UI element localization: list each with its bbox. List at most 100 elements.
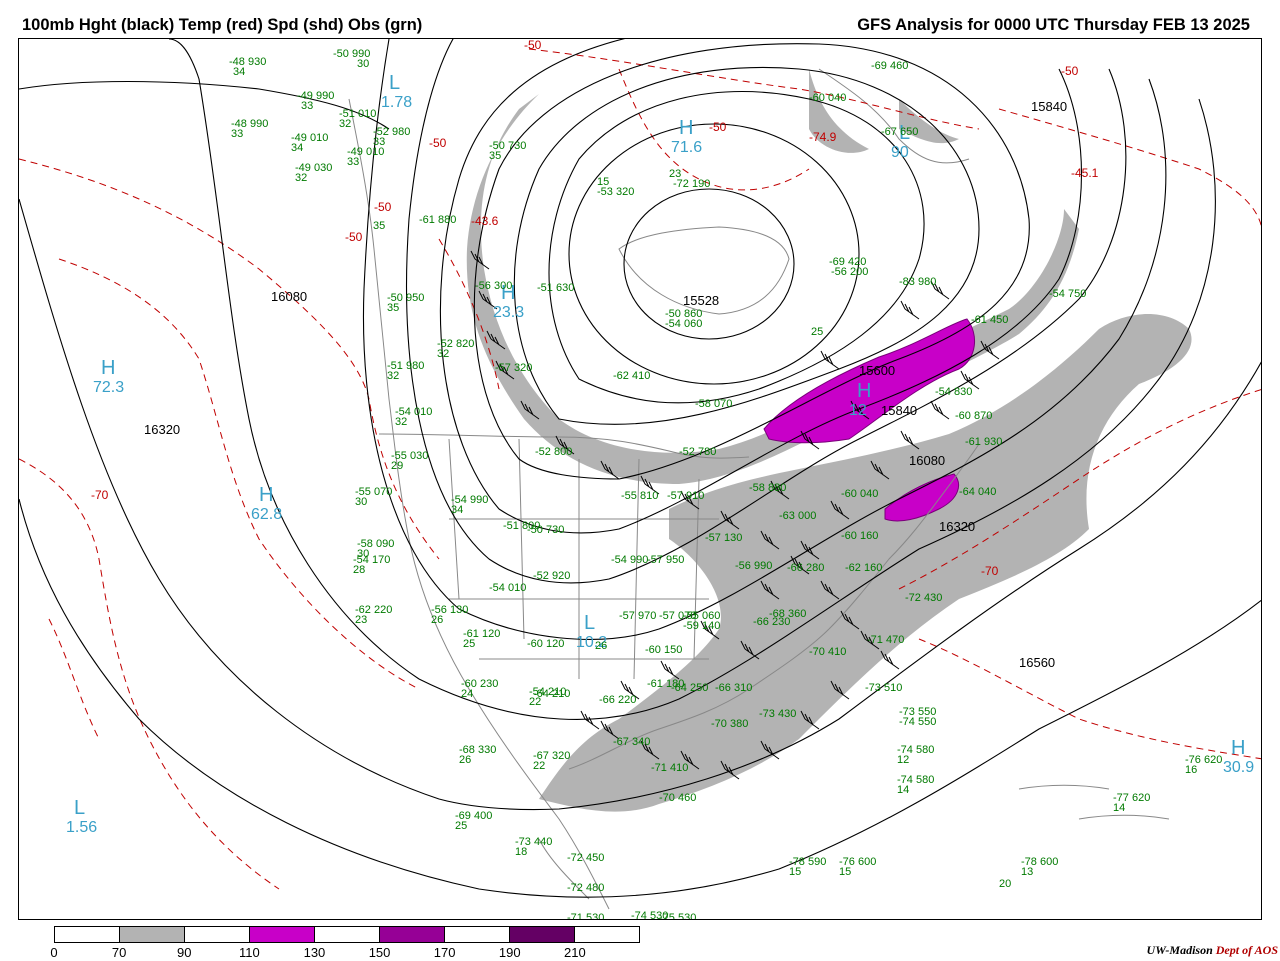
temp-label: -43.6 (471, 214, 499, 228)
temp-label: -50 (709, 120, 727, 134)
obs-label: -60 120 (527, 638, 564, 650)
obs-label: -63 000 (779, 510, 816, 522)
obs-label: -57 320 (495, 362, 532, 374)
obs-label: -75 530 (659, 912, 696, 920)
obs-label: 35 (373, 220, 385, 232)
obs-label: -52 920 (533, 570, 570, 582)
obs-label: 13 (1021, 866, 1033, 878)
obs-label: -58 880 (749, 482, 786, 494)
obs-label: -71 410 (651, 762, 688, 774)
obs-label: 14 (1113, 802, 1125, 814)
temp-contour-3 (19, 458, 280, 890)
obs-label: 25 (463, 638, 475, 650)
pressure-center-value: 12 (849, 402, 867, 419)
temp-label: -74.9 (809, 130, 837, 144)
legend-swatch (510, 927, 575, 942)
obs-label: 12 (897, 754, 909, 766)
obs-label: 30 (357, 58, 369, 70)
height-label: 16080 (909, 453, 945, 468)
obs-label: -54 830 (935, 386, 972, 398)
obs-label: 18 (515, 846, 527, 858)
temp-label: -50 (1061, 64, 1079, 78)
obs-label: -71 470 (867, 634, 904, 646)
obs-label: -72 480 (567, 882, 604, 894)
obs-label: 33 (301, 100, 313, 112)
obs-label: -60 160 (841, 530, 878, 542)
pressure-center-symbol: L (389, 72, 400, 94)
legend-swatch (315, 927, 380, 942)
obs-label: 33 (231, 128, 243, 140)
pressure-center-symbol: H (101, 357, 115, 379)
pressure-center-symbol: L (584, 612, 595, 634)
legend-label: 90 (176, 945, 192, 960)
obs-label: 15 (839, 866, 851, 878)
obs-label: 32 (437, 348, 449, 360)
speed-legend-bar (54, 926, 640, 943)
obs-label: -66 280 (787, 562, 824, 574)
obs-label: 32 (387, 370, 399, 382)
credit-dept: Dept of AOS (1215, 943, 1278, 957)
obs-label: -60 040 (809, 92, 846, 104)
obs-label: -54 750 (1049, 288, 1086, 300)
pressure-center-value: 71.6 (671, 139, 702, 156)
obs-label: -54 010 (489, 582, 526, 594)
temp-contour-9 (918, 638, 1261, 760)
obs-label: -58 070 (695, 398, 732, 410)
obs-label: -55 810 (621, 490, 658, 502)
obs-label: -61 930 (965, 436, 1002, 448)
legend-label: 110 (238, 945, 260, 960)
obs-label: -70 380 (711, 718, 748, 730)
obs-label: -66 220 (599, 694, 636, 706)
temp-contour-1 (19, 158, 440, 560)
temp-label: -50 (374, 200, 392, 214)
pressure-center-value: 30.9 (1223, 759, 1254, 776)
obs-label: -60 040 (841, 488, 878, 500)
obs-label: 20 (999, 878, 1011, 890)
obs-label: -57 910 (667, 490, 704, 502)
obs-label: -74 550 (899, 716, 936, 728)
legend-label: 190 (498, 945, 521, 960)
legend-swatch (250, 927, 315, 942)
height-contour-3 (548, 90, 925, 404)
obs-label: -67 650 (881, 126, 918, 138)
obs-label: -69 460 (871, 60, 908, 72)
height-contour-2 (568, 123, 860, 385)
height-label: 16080 (271, 289, 307, 304)
height-label: 15528 (683, 293, 719, 308)
obs-label: -73 510 (865, 682, 902, 694)
obs-label: 26 (431, 614, 443, 626)
obs-label: 24 (461, 688, 473, 700)
speed-legend-labels: 0 70 90 110 130 150 170 190 210 (0, 945, 700, 961)
obs-label: -51 630 (537, 282, 574, 294)
legend-label: 170 (433, 945, 456, 960)
pressure-center-value: 62.8 (251, 506, 282, 523)
obs-label: -56 300 (475, 280, 512, 292)
obs-label: -72 430 (905, 592, 942, 604)
obs-label: -61 880 (419, 214, 456, 226)
obs-label: 22 (529, 696, 541, 708)
obs-label: 30 (355, 496, 367, 508)
height-label: 15840 (1031, 99, 1067, 114)
obs-label: 33 (347, 156, 359, 168)
temp-label: -70 (91, 488, 109, 502)
obs-label: 25 (811, 326, 823, 338)
obs-label: -52 780 (679, 446, 716, 458)
wind-barb (580, 710, 600, 730)
obs-label: -71 530 (567, 912, 604, 920)
obs-label: 29 (391, 460, 403, 472)
credit: UW-Madison Dept of AOS (1147, 943, 1278, 958)
obs-label: 34 (233, 66, 245, 78)
pressure-center-symbol: H (679, 117, 693, 139)
obs-label: 28 (353, 564, 365, 576)
obs-label: 26 (459, 754, 471, 766)
obs-label: -57 130 (705, 532, 742, 544)
wind-barb (930, 400, 950, 420)
obs-label: -66 310 (715, 682, 752, 694)
obs-label: 22 (533, 760, 545, 772)
legend-swatch (185, 927, 250, 942)
legend-label: 0 (50, 945, 58, 960)
pressure-center-value: 23.3 (493, 304, 524, 321)
weather-map-canvas: 16080 16320 15528 15600 15840 16080 1632… (19, 39, 1261, 920)
pressure-center-value: 72.3 (93, 379, 124, 396)
obs-label: -56 990 (735, 560, 772, 572)
